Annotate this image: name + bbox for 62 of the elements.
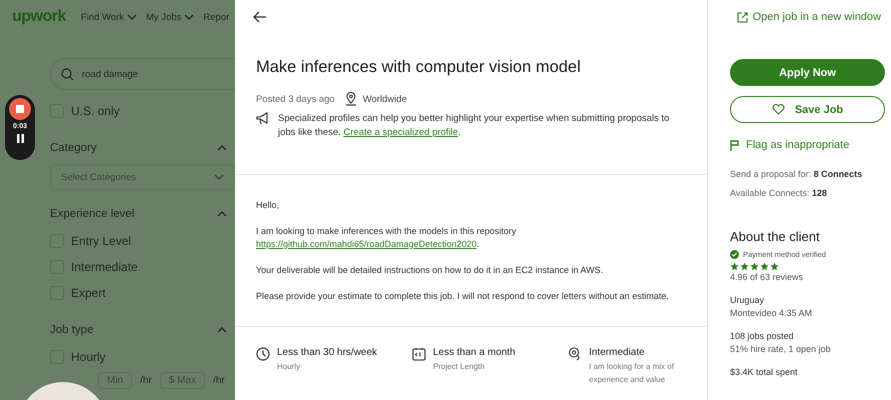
client-local-time: Montevideo 4:35 AM: [730, 307, 814, 320]
caret-icon: [127, 14, 138, 20]
total-spent: $3.4K total spent: [730, 366, 799, 379]
caret-icon: [184, 14, 194, 20]
megaphone-icon: [256, 112, 270, 125]
filter-heading: Job type: [50, 324, 94, 336]
nav-menu[interactable]: My Jobs: [146, 12, 194, 22]
available-connects: Available Connects: 128: [730, 187, 828, 200]
calendar-icon: [412, 347, 426, 361]
filter-heading: Category: [50, 142, 97, 154]
tip-text: Specialized profiles can help you better highlight your expertise when submitting proposals to jobs like these. Create a specialized profile.: [278, 112, 670, 140]
collapse-icon: [217, 327, 227, 333]
flag-icon: [730, 140, 739, 150]
heart-icon: [772, 104, 785, 115]
jobs-posted: 108 jobs posted: [730, 330, 795, 343]
checkbox-label: Expert: [71, 286, 106, 300]
location-pin-icon: [344, 92, 357, 106]
checkbox-label: U.S. only: [71, 104, 120, 118]
checkbox-label: Hourly: [71, 350, 106, 364]
stop-icon: [16, 105, 24, 113]
search-icon: [61, 68, 74, 80]
external-link-icon: [736, 12, 748, 22]
logo[interactable]: upwork: [12, 8, 66, 26]
client-heading: About the client: [730, 229, 821, 244]
stop-button[interactable]: [9, 98, 31, 120]
collapse-icon: [217, 145, 227, 151]
repository-link[interactable]: https://github.com/mahdi65/roadDamageDetection2020: [256, 239, 477, 249]
description-paragraph: Please provide your estimate to complete this job. I will not respond to cover letters without an estimate.: [256, 290, 670, 303]
flag-link[interactable]: Flag as inappropriate: [730, 139, 885, 151]
feature-subtitle: I am looking for a mix of experience and value: [589, 361, 675, 386]
back-arrow-icon[interactable]: [253, 11, 267, 23]
nav-menu[interactable]: Find Work: [80, 12, 138, 22]
verified-check-icon: [730, 250, 739, 259]
feature-subtitle: Hourly: [277, 361, 302, 373]
feature-subtitle: Project Length: [433, 361, 486, 373]
create-profile-link[interactable]: Create a specialized profile: [343, 127, 458, 138]
posted-time: Posted 3 days ago: [256, 94, 335, 104]
apply-now-button[interactable]: Apply Now: [730, 59, 885, 86]
checkbox-label: Entry Level: [71, 234, 132, 248]
open-new-window-link[interactable]: Open job in a new window: [730, 0, 885, 34]
proposal-cost: Send a proposal for: 8 Connects: [730, 168, 864, 181]
location: Worldwide: [362, 94, 407, 104]
review-score: 4.96 of 63 reviews: [730, 271, 804, 284]
feature-title: Less than 30 hrs/week: [277, 347, 378, 358]
hire-rate: 51% hire rate, 1 open job: [730, 343, 832, 356]
description-paragraph: I am looking to make inferences with the models in this repository https://github.com/mahdi65/roadDamageDetection2020.: [256, 225, 518, 251]
save-job-button[interactable]: Save Job: [730, 96, 885, 123]
description-paragraph: Hello,: [256, 199, 280, 212]
feature-title: Less than a month: [433, 347, 516, 358]
chevron-icon: [214, 174, 224, 180]
clock-icon: [256, 347, 270, 361]
checkbox-label: Intermediate: [71, 260, 138, 274]
feature-title: Intermediate: [589, 347, 646, 358]
description-paragraph: Your deliverable will be detailed instructions on how to do it in an EC2 instance in AWS.: [256, 264, 604, 277]
pause-icon[interactable]: [16, 134, 24, 143]
nav-menu[interactable]: Repor: [203, 12, 230, 22]
rate-unit: /hr: [140, 375, 152, 386]
client-country: Uruguay: [730, 294, 766, 307]
rate-unit: /hr: [213, 375, 225, 386]
collapse-icon: [217, 211, 227, 217]
job-title: Make inferences with computer vision model: [256, 58, 582, 77]
filter-heading: Experience level: [50, 208, 134, 220]
